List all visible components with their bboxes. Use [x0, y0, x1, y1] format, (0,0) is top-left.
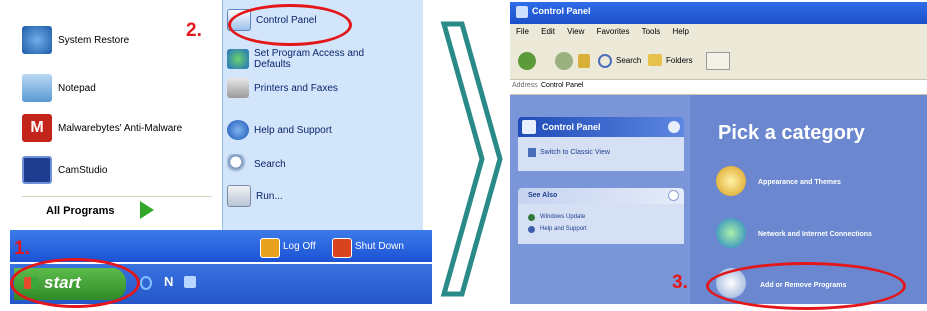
folders-button[interactable]: Folders	[666, 56, 693, 65]
side-panel-title: Control Panel	[542, 122, 601, 132]
window-title: Control Panel	[532, 6, 591, 16]
windows-update-icon	[528, 214, 535, 221]
highlight-ring-control-panel	[228, 4, 352, 46]
see-also-body	[518, 204, 684, 244]
menu-item-set-program-access[interactable]: Set Program Access and Defaults	[227, 44, 417, 74]
menu-view[interactable]: View	[567, 27, 584, 36]
menu-item-label: Notepad	[58, 82, 96, 94]
collapse-icon[interactable]	[668, 121, 680, 133]
switch-to-classic-view-link[interactable]: Switch to Classic View	[540, 149, 610, 156]
menu-help[interactable]: Help	[673, 27, 689, 36]
forward-icon[interactable]	[555, 52, 573, 70]
shut-down-button[interactable]: Shut Down	[355, 241, 404, 252]
menu-item-label: System Restore	[58, 34, 130, 46]
highlight-ring-add-remove	[706, 262, 906, 310]
folders-icon[interactable]	[648, 54, 662, 66]
help-icon	[227, 120, 249, 140]
notepad-icon	[22, 74, 52, 102]
collapse-icon[interactable]	[668, 190, 679, 201]
address-value: Control Panel	[541, 82, 584, 89]
quick-launch-n-icon[interactable]: N	[164, 274, 173, 289]
menu-item-printers-and-faxes[interactable]: Printers and Faxes	[227, 76, 417, 100]
menu-item-label: Malwarebytes' Anti-Malware	[58, 122, 183, 134]
step-3-label: 3.	[672, 272, 688, 293]
category-network-and-internet[interactable]: Network and Internet Connections	[758, 231, 872, 238]
menu-item-camstudio[interactable]: CamStudio	[18, 154, 214, 186]
menu-item-system-restore[interactable]: System Restore	[18, 24, 214, 56]
pick-category-heading: Pick a category	[718, 122, 865, 144]
help-icon	[528, 226, 535, 233]
control-panel-icon	[516, 6, 528, 18]
search-button[interactable]: Search	[616, 56, 641, 65]
internet-explorer-icon[interactable]	[140, 276, 152, 290]
search-icon	[227, 154, 249, 174]
arrow-right-icon	[140, 201, 154, 219]
network-internet-icon[interactable]	[716, 218, 746, 248]
printer-icon	[227, 78, 249, 98]
menu-item-run[interactable]: Run...	[227, 184, 417, 208]
help-and-support-link[interactable]: Help and Support	[540, 226, 587, 232]
menu-item-label: CamStudio	[58, 164, 108, 176]
menu-favorites[interactable]: Favorites	[597, 27, 630, 36]
highlight-ring-start	[10, 258, 140, 308]
windows-update-link[interactable]: Windows Update	[540, 214, 585, 220]
malwarebytes-icon: M	[22, 114, 52, 142]
menu-item-notepad[interactable]: Notepad	[18, 72, 214, 104]
menu-item-label: Help and Support	[254, 124, 332, 136]
log-off-icon[interactable]	[260, 238, 280, 258]
menu-bar: File Edit View Favorites Tools Help	[516, 27, 689, 36]
start-menu-top-edge	[18, 0, 214, 10]
all-programs-button[interactable]: All Programs	[46, 205, 114, 217]
step-2-label: 2.	[186, 20, 202, 41]
menu-file[interactable]: File	[516, 27, 529, 36]
menu-separator	[22, 196, 212, 197]
menu-edit[interactable]: Edit	[541, 27, 555, 36]
run-icon	[227, 185, 251, 207]
camstudio-icon	[22, 156, 52, 184]
menu-tools[interactable]: Tools	[642, 27, 661, 36]
menu-item-label: Printers and Faxes	[254, 82, 338, 94]
chevron-right-icon	[440, 21, 503, 297]
menu-item-malwarebytes[interactable]: M Malwarebytes' Anti-Malware	[18, 112, 214, 144]
up-folder-icon[interactable]	[578, 54, 590, 68]
back-icon[interactable]	[518, 52, 536, 70]
views-button[interactable]	[706, 52, 730, 70]
log-off-button[interactable]: Log Off	[283, 241, 316, 252]
category-appearance-and-themes[interactable]: Appearance and Themes	[758, 179, 841, 186]
menu-item-label: Run...	[256, 190, 283, 202]
system-restore-icon	[22, 26, 52, 54]
control-panel-icon	[522, 120, 536, 134]
program-access-icon	[227, 49, 249, 69]
search-icon[interactable]	[598, 54, 612, 68]
appearance-themes-icon[interactable]	[716, 166, 746, 196]
shut-down-icon[interactable]	[332, 238, 352, 258]
show-desktop-icon[interactable]	[184, 276, 196, 288]
menu-item-search[interactable]: Search	[227, 152, 417, 176]
switch-view-icon	[528, 148, 536, 157]
menu-item-help-and-support[interactable]: Help and Support	[227, 118, 417, 142]
address-label: Address	[512, 82, 538, 89]
step-1-label: 1.	[14, 238, 30, 259]
see-also-title: See Also	[528, 192, 558, 199]
menu-item-label: Set Program Access and Defaults	[254, 48, 365, 70]
menu-item-label: Search	[254, 158, 286, 170]
